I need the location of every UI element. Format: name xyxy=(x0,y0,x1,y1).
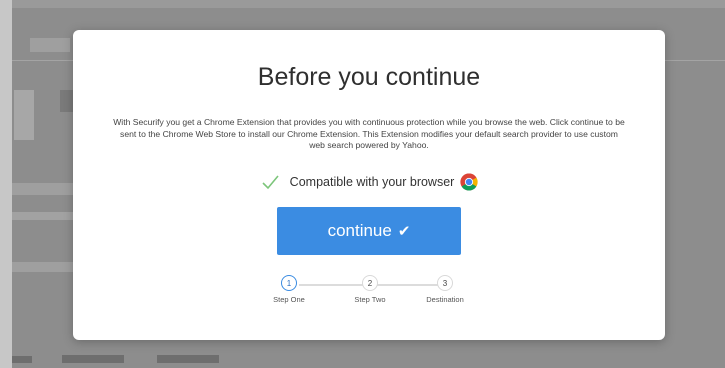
background-top-strip xyxy=(12,0,725,8)
progress-stepper: 1 Step One 2 Step Two 3 Destination xyxy=(73,275,665,315)
modal-title: Before you continue xyxy=(257,63,481,91)
background-row xyxy=(12,212,73,220)
background-row xyxy=(12,262,73,272)
check-icon xyxy=(262,175,279,190)
continue-button-label: continue xyxy=(327,221,392,240)
compatibility-row: Compatible with your browser xyxy=(73,171,665,193)
modal-description: With Securify you get a Chrome Extension… xyxy=(113,117,625,150)
compatibility-text: Compatible with your browser xyxy=(289,175,455,189)
step-two-label: Step Two xyxy=(354,295,386,304)
step-one-circle: 1 xyxy=(281,275,297,291)
step-one-label: Step One xyxy=(273,295,305,304)
background-dark-block xyxy=(60,90,73,112)
background-footer-item xyxy=(62,355,124,363)
step-destination: 3 Destination xyxy=(415,275,475,304)
checkmark-icon: ✔ xyxy=(397,223,411,240)
background-left-bar xyxy=(0,0,12,368)
continue-modal: Before you continue With Securify you ge… xyxy=(73,30,665,340)
background-footer-item xyxy=(12,356,32,363)
step-two-circle: 2 xyxy=(362,275,378,291)
step-one: 1 Step One xyxy=(259,275,319,304)
continue-button[interactable]: continue ✔ xyxy=(277,207,461,255)
step-destination-label: Destination xyxy=(426,295,464,304)
background-footer-item xyxy=(157,355,219,363)
background-header-block xyxy=(30,38,70,52)
background-panel xyxy=(14,90,34,140)
background-row xyxy=(12,183,73,195)
step-two: 2 Step Two xyxy=(340,275,400,304)
step-destination-circle: 3 xyxy=(437,275,453,291)
chrome-icon xyxy=(460,173,478,191)
